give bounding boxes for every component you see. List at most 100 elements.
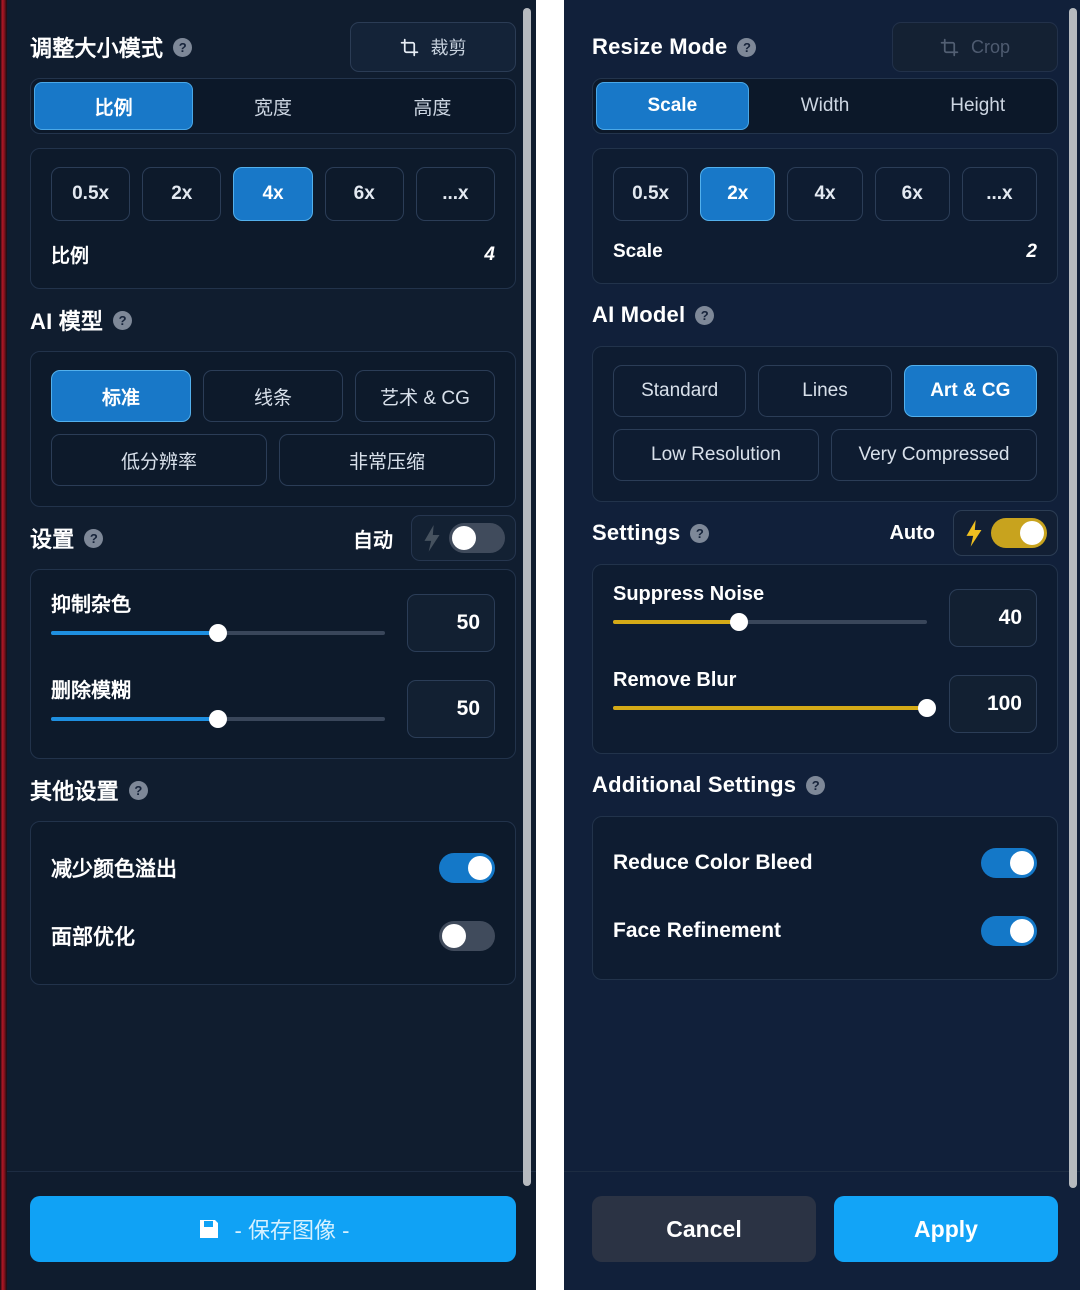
slider-thumb[interactable]: [729, 613, 748, 631]
auto-toggle-group[interactable]: [411, 515, 516, 561]
settings-header: 设置 ? 自动: [30, 507, 516, 569]
crop-button[interactable]: Crop: [892, 22, 1058, 72]
tab-width[interactable]: 宽度: [193, 82, 352, 130]
scale-chip-2x[interactable]: 2x: [700, 167, 776, 221]
slider-thumb[interactable]: [209, 624, 227, 642]
tab-scale[interactable]: 比例: [34, 82, 194, 130]
slider-thumb[interactable]: [918, 699, 936, 717]
toggle-label: 面部优化: [51, 926, 135, 949]
toggle-reduce-color-bleed: Reduce Color Bleed: [613, 835, 1037, 891]
panel-divider-gap: [536, 0, 564, 1290]
slider-value-input[interactable]: 50: [407, 680, 495, 738]
resize-mode-tabs: 比例 宽度 高度: [30, 78, 516, 134]
save-icon: [197, 1217, 221, 1241]
model-standard[interactable]: 标准: [51, 370, 191, 422]
scale-card: 0.5x 2x 4x 6x ...x Scale 2: [592, 148, 1058, 284]
slider-track[interactable]: [51, 710, 385, 728]
resize-mode-title: Resize Mode: [592, 34, 728, 59]
scale-chip-0-5x[interactable]: 0.5x: [51, 167, 131, 221]
model-very-compressed[interactable]: Very Compressed: [831, 429, 1037, 481]
resize-mode-title: 调整大小模式: [30, 36, 164, 61]
slider-body: Suppress Noise: [613, 583, 927, 631]
scale-value-label: 比例: [51, 246, 90, 267]
slider-track[interactable]: [613, 699, 936, 717]
tab-width[interactable]: Width: [749, 82, 902, 130]
auto-toggle-switch[interactable]: [449, 523, 505, 553]
right-panel-content: Resize Mode ? Crop Scale Width Height 0.…: [564, 0, 1080, 1171]
slider-value-input[interactable]: 50: [407, 594, 495, 652]
scale-value: 2: [1026, 241, 1037, 262]
model-lines[interactable]: Lines: [758, 365, 892, 417]
slider-thumb[interactable]: [209, 710, 227, 728]
toggle-knob: [1010, 919, 1034, 943]
slider-value-input[interactable]: 100: [949, 675, 1037, 733]
reduce-color-bleed-switch[interactable]: [439, 853, 495, 883]
slider-value-input[interactable]: 40: [949, 589, 1037, 647]
ai-model-card: 标准 线条 艺术 & CG 低分辨率 非常压缩: [30, 351, 516, 507]
auto-label: 自动: [353, 529, 393, 552]
ai-model-header: AI Model ?: [592, 284, 1058, 346]
reduce-color-bleed-switch[interactable]: [981, 848, 1037, 878]
model-art-cg[interactable]: Art & CG: [903, 365, 1037, 417]
model-art-cg[interactable]: 艺术 & CG: [355, 370, 495, 422]
model-lines[interactable]: 线条: [203, 370, 343, 422]
help-icon[interactable]: ?: [173, 37, 193, 57]
toggle-label: Face Refinement: [613, 919, 782, 942]
tab-scale[interactable]: Scale: [596, 82, 749, 130]
help-icon[interactable]: ?: [113, 310, 133, 330]
additional-settings-card: 减少颜色溢出 面部优化: [30, 821, 516, 985]
scale-value-row: 比例 4: [51, 241, 495, 268]
help-icon[interactable]: ?: [737, 37, 757, 57]
model-low-resolution[interactable]: Low Resolution: [613, 429, 819, 481]
tab-height[interactable]: 高度: [353, 82, 512, 130]
scale-chip-6x[interactable]: 6x: [874, 167, 950, 221]
app-root: 调整大小模式 ? 裁剪 比例 宽度 高度 0.5x 2x 4x 6x ...x …: [0, 0, 1080, 1290]
model-low-resolution[interactable]: 低分辨率: [51, 434, 267, 486]
additional-settings-title: Additional Settings: [592, 772, 797, 797]
help-icon[interactable]: ?: [84, 528, 104, 548]
slider-label: Remove Blur: [613, 669, 737, 691]
scale-chip-4x[interactable]: 4x: [787, 167, 863, 221]
left-footer: - 保存图像 -: [0, 1171, 536, 1290]
ai-model-title: AI 模型: [30, 309, 104, 334]
auto-toggle-group[interactable]: [953, 510, 1058, 556]
scale-chip-4x[interactable]: 4x: [233, 167, 313, 221]
left-panel-scrollbar[interactable]: [523, 8, 531, 1186]
face-refinement-switch[interactable]: [981, 916, 1037, 946]
help-icon[interactable]: ?: [690, 523, 710, 543]
apply-button[interactable]: Apply: [834, 1196, 1058, 1262]
scale-value-label: Scale: [613, 241, 663, 262]
face-refinement-switch[interactable]: [439, 921, 495, 951]
scale-card: 0.5x 2x 4x 6x ...x 比例 4: [30, 148, 516, 289]
help-icon[interactable]: ?: [806, 775, 826, 795]
toggle-knob: [1020, 521, 1044, 545]
toggle-knob: [468, 856, 492, 880]
model-very-compressed[interactable]: 非常压缩: [279, 434, 495, 486]
crop-icon: [940, 38, 959, 57]
right-panel-english: Resize Mode ? Crop Scale Width Height 0.…: [564, 0, 1080, 1290]
help-icon[interactable]: ?: [128, 780, 148, 800]
model-standard[interactable]: Standard: [613, 365, 747, 417]
slider-track[interactable]: [613, 613, 927, 631]
slider-label: Suppress Noise: [613, 583, 765, 605]
cancel-button[interactable]: Cancel: [592, 1196, 816, 1262]
crop-button[interactable]: 裁剪: [350, 22, 516, 72]
toggle-label: Reduce Color Bleed: [613, 851, 813, 874]
left-edge-stripe: [0, 0, 7, 1290]
help-icon[interactable]: ?: [695, 305, 715, 325]
tab-height[interactable]: Height: [901, 82, 1054, 130]
save-image-button[interactable]: - 保存图像 -: [30, 1196, 516, 1262]
scale-chip-2x[interactable]: 2x: [142, 167, 222, 221]
save-image-label: - 保存图像 -: [234, 1218, 350, 1243]
slider-fill: [51, 717, 218, 721]
slider-track[interactable]: [51, 624, 385, 642]
right-panel-scrollbar[interactable]: [1069, 8, 1077, 1188]
ai-model-row-1: Standard Lines Art & CG: [613, 365, 1037, 417]
additional-settings-header: 其他设置 ?: [30, 759, 516, 821]
scale-chip-0-5x[interactable]: 0.5x: [613, 167, 689, 221]
scale-chip-custom[interactable]: ...x: [961, 167, 1038, 221]
scale-chip-6x[interactable]: 6x: [324, 167, 404, 221]
scale-chip-custom[interactable]: ...x: [415, 167, 496, 221]
toggle-face-refinement: Face Refinement: [613, 903, 1037, 959]
auto-toggle-switch[interactable]: [991, 518, 1047, 548]
